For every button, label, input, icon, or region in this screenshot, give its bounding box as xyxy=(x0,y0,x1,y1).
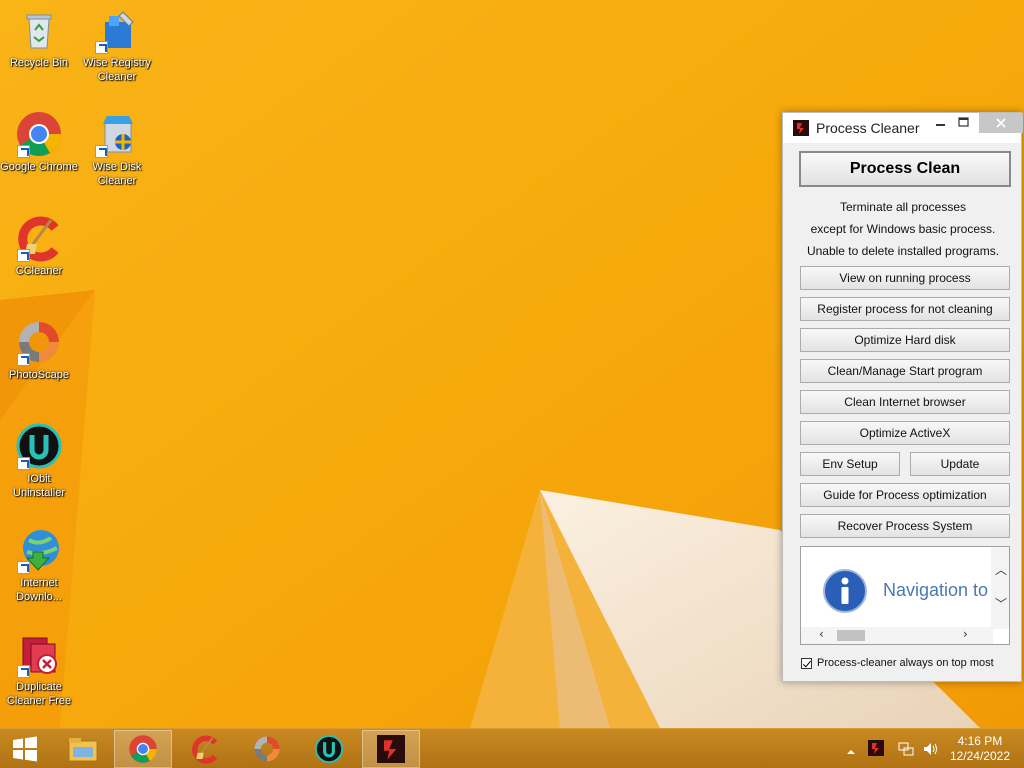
scroll-left-icon[interactable]: ‹ xyxy=(819,627,824,641)
desktop-icon-label: Duplicate Cleaner Free xyxy=(6,681,72,707)
network-icon xyxy=(898,742,914,756)
desktop-icon-label: Wise Registry Cleaner xyxy=(83,57,151,83)
update-button[interactable]: Update xyxy=(910,452,1010,476)
clean-start-program-button[interactable]: Clean/Manage Start program xyxy=(800,359,1010,383)
scroll-down-icon[interactable]: ﹀ xyxy=(995,595,1007,612)
always-on-top-checkbox[interactable] xyxy=(801,657,812,669)
close-button[interactable] xyxy=(979,113,1023,133)
start-button[interactable] xyxy=(0,730,50,768)
optimize-hard-disk-button[interactable]: Optimize Hard disk xyxy=(800,328,1010,352)
desktop-icon-photoscape[interactable]: PhotoScape xyxy=(0,318,78,382)
ccleaner-icon xyxy=(192,735,218,764)
tray-process-cleaner[interactable] xyxy=(868,740,884,760)
folder-icon xyxy=(68,738,98,762)
desktop-icon-label: Recycle Bin xyxy=(9,57,69,69)
scroll-right-icon[interactable]: › xyxy=(963,627,968,641)
taskbar-chrome[interactable] xyxy=(114,730,172,768)
process-cleaner-app-icon xyxy=(868,740,884,756)
env-setup-button[interactable]: Env Setup xyxy=(800,452,900,476)
always-on-top-option[interactable]: Process-cleaner always on top most xyxy=(801,657,994,669)
taskbar-photoscape[interactable] xyxy=(240,730,294,768)
register-process-button[interactable]: Register process for not cleaning xyxy=(800,297,1010,321)
clean-internet-browser-button[interactable]: Clean Internet browser xyxy=(800,390,1010,414)
tray-network[interactable] xyxy=(898,741,914,761)
maximize-icon xyxy=(958,117,969,127)
speaker-icon xyxy=(924,743,937,755)
window-title: Process Cleaner xyxy=(816,120,920,136)
desktop-icon-ccleaner[interactable]: CCleaner xyxy=(0,214,78,278)
always-on-top-label: Process-cleaner always on top most xyxy=(817,657,994,669)
desktop-icon-label: IObit Uninstaller xyxy=(13,473,65,499)
process-clean-button[interactable]: Process Clean xyxy=(799,151,1011,187)
windows-logo-icon xyxy=(13,736,37,762)
navigation-panel[interactable]: Navigation to ︿ ﹀ ‹ › xyxy=(800,546,1010,645)
tray-volume[interactable] xyxy=(922,741,938,761)
description-line: Terminate all processes xyxy=(839,200,967,214)
desktop-icon-duplicate-cleaner-free[interactable]: Duplicate Cleaner Free xyxy=(0,630,78,708)
chevron-up-icon xyxy=(847,750,855,754)
chrome-icon xyxy=(129,735,157,763)
clock-date: 12/24/2022 xyxy=(949,749,1010,763)
desktop-icon-wise-registry-cleaner[interactable]: Wise Registry Cleaner xyxy=(78,6,156,84)
desktop-icon-label: CCleaner xyxy=(15,265,63,277)
taskbar: 4:16 PM 12/24/2022 xyxy=(0,728,1024,768)
description-line: Unable to delete installed programs. xyxy=(806,244,1000,258)
optimize-activex-button[interactable]: Optimize ActiveX xyxy=(800,421,1010,445)
description-line: except for Windows basic process. xyxy=(810,222,996,236)
taskbar-process-cleaner[interactable] xyxy=(362,730,420,768)
view-running-process-button[interactable]: View on running process xyxy=(800,266,1010,290)
recover-process-system-button[interactable]: Recover Process System xyxy=(800,514,1010,538)
shortcut-arrow-icon xyxy=(17,145,30,158)
clock-time: 4:16 PM xyxy=(957,734,1003,748)
taskbar-iobit-uninstaller[interactable] xyxy=(302,730,356,768)
shortcut-arrow-icon xyxy=(17,457,30,470)
desktop-icon-wise-disk-cleaner[interactable]: Wise Disk Cleaner xyxy=(78,110,156,188)
guide-optimization-button[interactable]: Guide for Process optimization xyxy=(800,483,1010,507)
shortcut-arrow-icon xyxy=(17,561,30,574)
desktop-icon-label: Google Chrome xyxy=(0,161,78,173)
vertical-scrollbar[interactable]: ︿ ﹀ xyxy=(991,547,1009,629)
process-cleaner-app-icon xyxy=(793,120,809,136)
maximize-button[interactable] xyxy=(949,113,979,133)
close-icon xyxy=(996,118,1006,128)
photoscape-icon xyxy=(254,736,280,762)
scroll-up-icon[interactable]: ︿ xyxy=(995,561,1007,578)
horizontal-scrollbar[interactable]: ‹ › xyxy=(801,627,993,644)
process-cleaner-app-icon xyxy=(377,735,405,763)
desktop-icon-recycle-bin[interactable]: Recycle Bin xyxy=(0,6,78,70)
desktop-icon-label: Internet Downlo... xyxy=(16,577,62,603)
desktop-icon-internet-download-manager[interactable]: Internet Downlo... xyxy=(0,526,78,604)
minimize-icon xyxy=(936,124,945,126)
shortcut-arrow-icon xyxy=(17,665,30,678)
show-hidden-icons-button[interactable] xyxy=(846,742,856,761)
desktop-icon-label: Wise Disk Cleaner xyxy=(92,161,142,187)
system-clock[interactable]: 4:16 PM 12/24/2022 xyxy=(950,734,1010,764)
shortcut-arrow-icon xyxy=(17,249,30,262)
desktop-icon-google-chrome[interactable]: Google Chrome xyxy=(0,110,78,174)
navigation-text: Navigation to xyxy=(883,580,989,600)
shortcut-arrow-icon xyxy=(17,353,30,366)
desktop-icon-label: PhotoScape xyxy=(9,369,69,381)
shortcut-arrow-icon xyxy=(95,41,108,54)
shortcut-arrow-icon xyxy=(95,145,108,158)
scrollbar-thumb[interactable] xyxy=(837,630,865,641)
taskbar-ccleaner[interactable] xyxy=(178,730,232,768)
iobit-uninstaller-icon xyxy=(314,734,344,764)
process-cleaner-window: Process Cleaner Process Clean Terminate … xyxy=(782,112,1023,682)
recycle-bin-icon xyxy=(26,14,52,49)
window-titlebar[interactable]: Process Cleaner xyxy=(783,113,1023,143)
taskbar-file-explorer[interactable] xyxy=(56,730,110,768)
desktop-icon-iobit-uninstaller[interactable]: IObit Uninstaller xyxy=(0,422,78,500)
info-icon xyxy=(823,569,867,613)
